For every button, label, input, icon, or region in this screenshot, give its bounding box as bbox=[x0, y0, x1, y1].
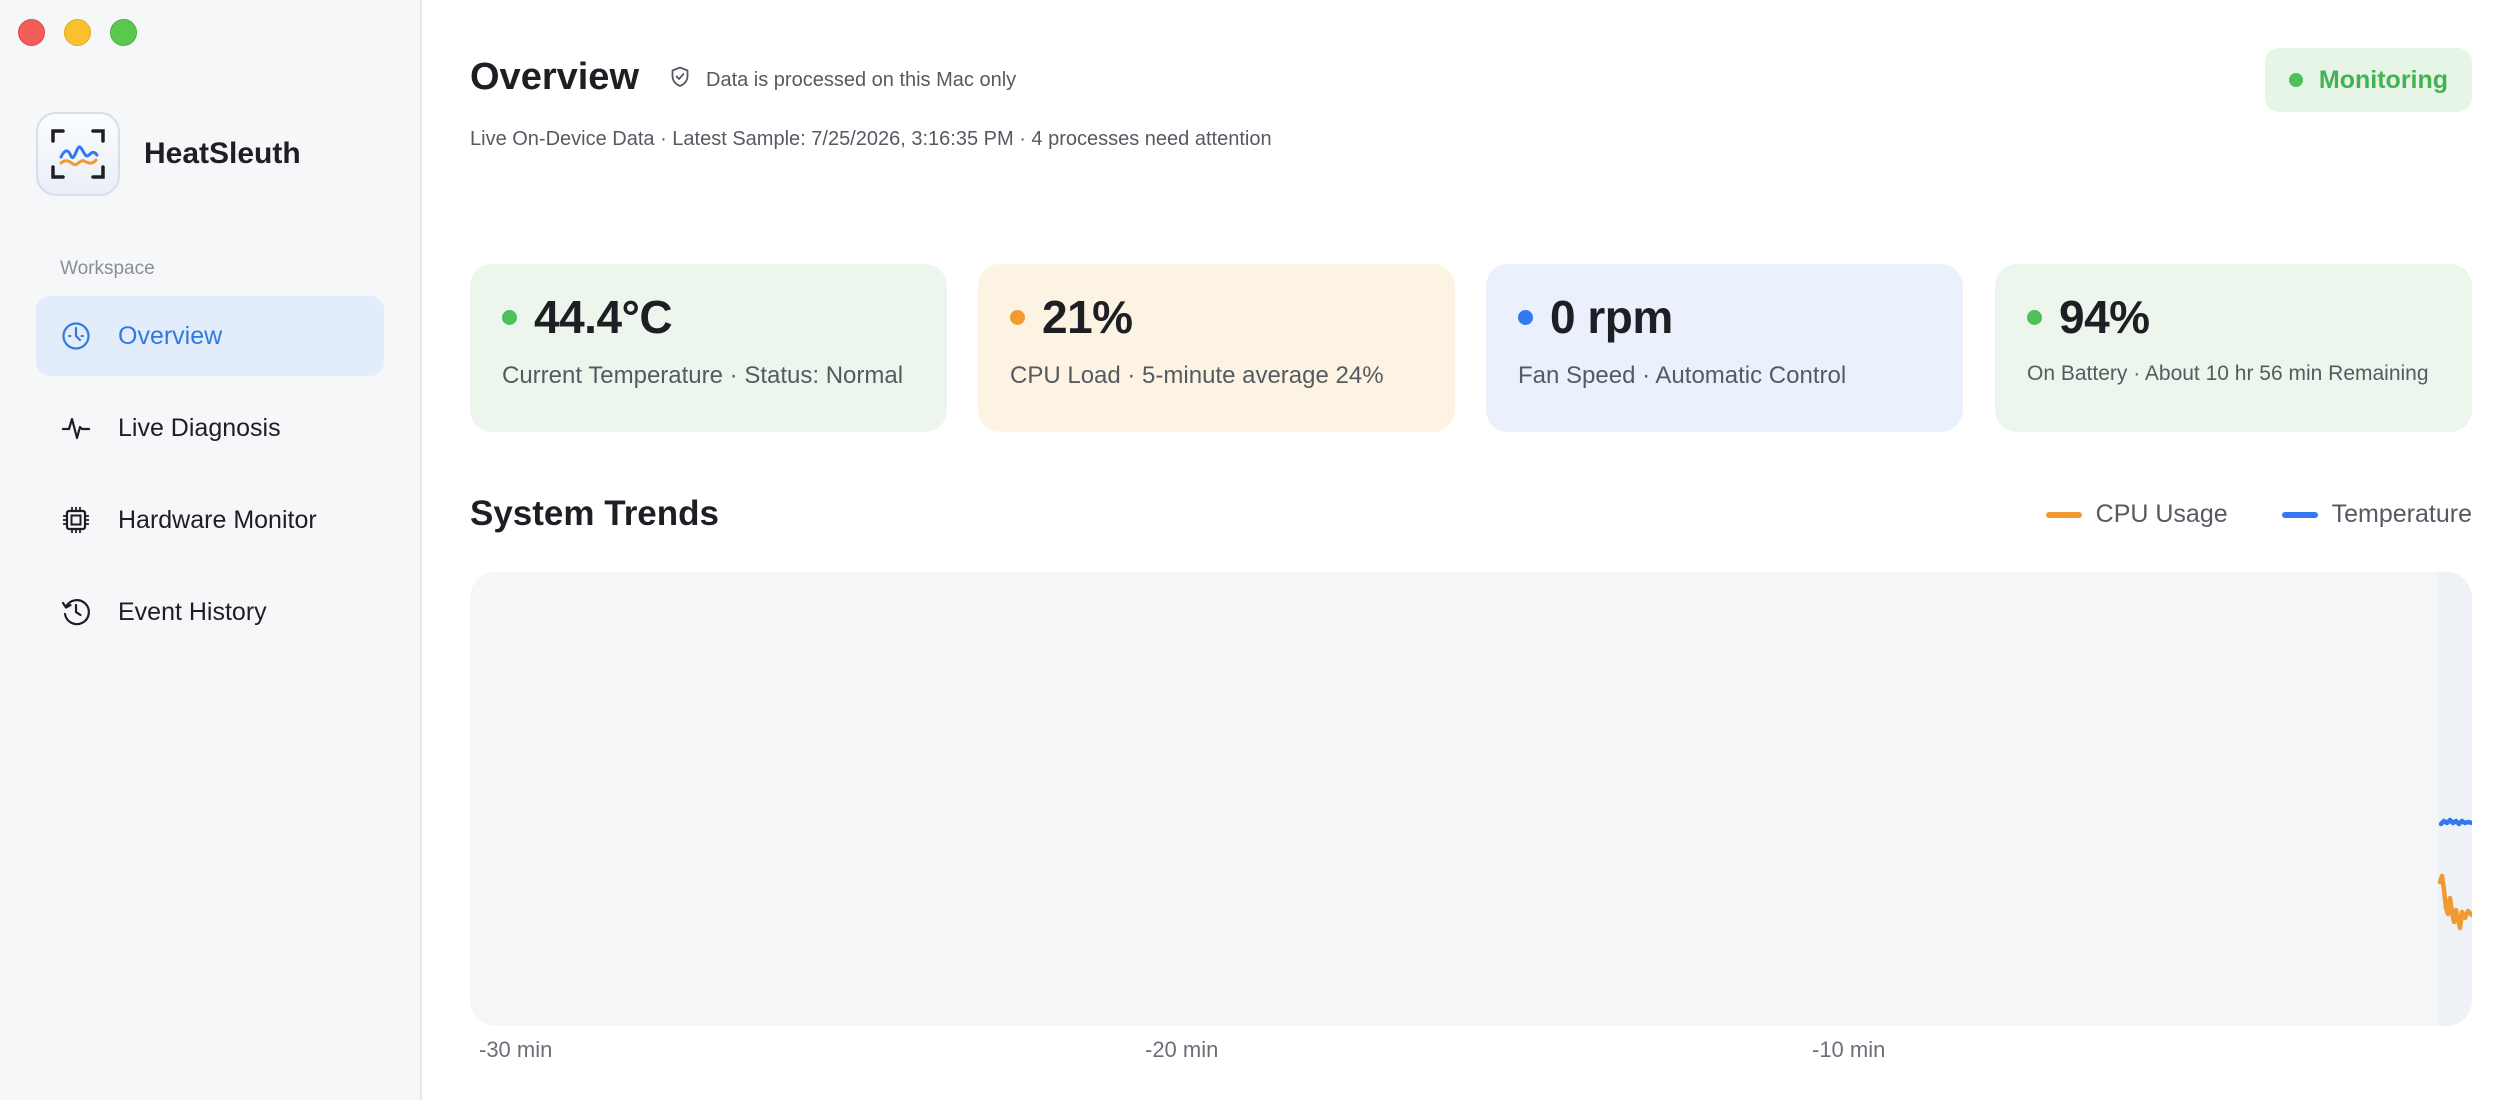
card-status-dot bbox=[502, 309, 517, 325]
card-caption: Fan Speed · Automatic Control bbox=[1518, 362, 1847, 389]
battery-card: 94% On Battery · About 10 hr 56 min Rema… bbox=[1995, 264, 2472, 432]
card-status-dot bbox=[2027, 309, 2042, 325]
window-close-button[interactable] bbox=[18, 19, 45, 46]
temperature-series-line bbox=[2438, 817, 2472, 827]
chart-legend: CPU Usage Temperature bbox=[1992, 500, 2472, 529]
sidebar-item-hardware-monitor[interactable]: Hardware Monitor bbox=[36, 480, 384, 560]
privacy-text: Data is processed on this Mac only bbox=[706, 68, 1017, 91]
sidebar-item-event-history[interactable]: Event History bbox=[36, 572, 384, 652]
status-label: Monitoring bbox=[2318, 65, 2449, 94]
history-icon bbox=[60, 596, 92, 628]
card-caption: On Battery · About 10 hr 56 min Remainin… bbox=[2027, 362, 2429, 385]
temperature-card: 44.4°C Current Temperature · Status: Nor… bbox=[470, 264, 947, 432]
recent-data-region bbox=[2438, 572, 2472, 1026]
trend-plot bbox=[2437, 572, 2472, 1026]
sidebar-item-label: Event History bbox=[118, 597, 267, 626]
x-axis-tick: -20 min bbox=[1145, 1037, 1219, 1062]
legend-label: CPU Usage bbox=[2095, 500, 2228, 528]
sidebar-item-label: Hardware Monitor bbox=[118, 505, 317, 534]
page-subtitle: Live On-Device Data · Latest Sample: 7/2… bbox=[470, 128, 1272, 150]
card-caption: Current Temperature · Status: Normal bbox=[502, 362, 904, 389]
app-logo-icon bbox=[36, 112, 120, 196]
monitoring-status-button[interactable]: Monitoring bbox=[2265, 48, 2472, 112]
gauge-icon bbox=[60, 320, 92, 352]
sidebar-item-label: Live Diagnosis bbox=[118, 413, 281, 442]
x-axis-tick: -10 min bbox=[1812, 1037, 1886, 1062]
card-value: 21% bbox=[1042, 291, 1133, 343]
privacy-note: Data is processed on this Mac only bbox=[670, 66, 1016, 94]
cpu-load-card: 21% CPU Load · 5-minute average 24% bbox=[978, 264, 1455, 432]
legend-label: Temperature bbox=[2331, 500, 2472, 528]
card-caption: CPU Load · 5-minute average 24% bbox=[1010, 362, 1384, 389]
window-zoom-button[interactable] bbox=[110, 19, 137, 46]
sidebar-item-overview[interactable]: Overview bbox=[36, 296, 384, 376]
fan-speed-card: 0 rpm Fan Speed · Automatic Control bbox=[1486, 264, 1963, 432]
sidebar-nav: Overview Live Diagnosis Hardware Monitor… bbox=[36, 296, 384, 664]
metric-cards: 44.4°C Current Temperature · Status: Nor… bbox=[470, 264, 2472, 432]
trends-title: System Trends bbox=[470, 494, 719, 533]
app-header: HeatSleuth bbox=[36, 112, 301, 196]
window-minimize-button[interactable] bbox=[64, 19, 91, 46]
status-dot bbox=[2288, 73, 2303, 87]
sidebar-item-live-diagnosis[interactable]: Live Diagnosis bbox=[36, 388, 384, 468]
legend-swatch bbox=[2281, 511, 2318, 518]
page-title: Overview bbox=[470, 56, 639, 98]
x-axis-tick: -30 min bbox=[479, 1037, 553, 1062]
sidebar: HeatSleuth Workspace Overview Live Diagn… bbox=[0, 0, 422, 1100]
chip-icon bbox=[60, 504, 92, 536]
card-value: 0 rpm bbox=[1550, 291, 1673, 343]
app-name: HeatSleuth bbox=[144, 137, 301, 170]
waveform-icon bbox=[60, 412, 92, 444]
main-content: Overview Data is processed on this Mac o… bbox=[470, 0, 2472, 1100]
sidebar-item-label: Overview bbox=[118, 321, 223, 350]
legend-item-cpu-usage: CPU Usage bbox=[2045, 500, 2228, 529]
system-trends-chart bbox=[470, 572, 2472, 1026]
sidebar-section-label: Workspace bbox=[60, 258, 155, 279]
card-value: 44.4°C bbox=[534, 291, 673, 343]
legend-item-temperature: Temperature bbox=[2281, 500, 2472, 529]
legend-swatch bbox=[2045, 511, 2082, 518]
shield-check-icon bbox=[670, 66, 690, 94]
card-status-dot bbox=[1518, 309, 1533, 325]
card-status-dot bbox=[1010, 309, 1025, 325]
card-value: 94% bbox=[2059, 291, 2150, 343]
